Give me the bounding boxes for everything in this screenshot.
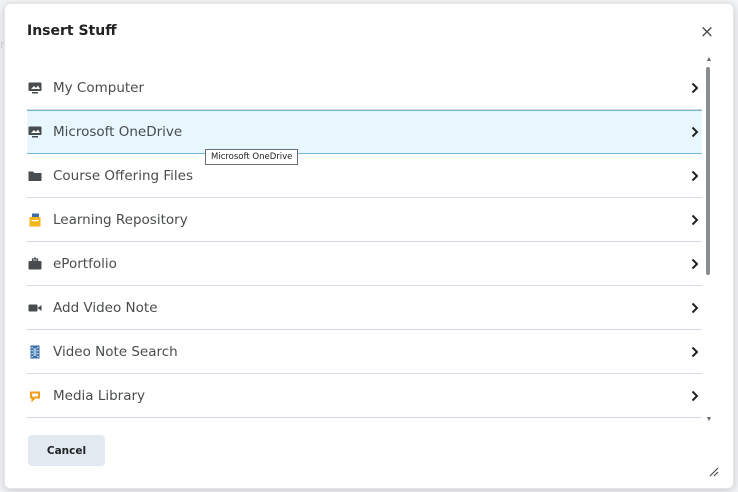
scrollbar-thumb[interactable]	[706, 67, 710, 275]
chevron-right-icon	[690, 213, 700, 227]
list-item-label: Course Offering Files	[53, 167, 193, 184]
media-library-icon	[28, 389, 42, 403]
chevron-right-icon	[690, 389, 700, 403]
scroll-down-arrow-icon[interactable]: ▼	[705, 416, 713, 424]
video-camera-icon	[28, 301, 42, 315]
list-item-add-video-note[interactable]: Add Video Note	[27, 286, 702, 330]
list-item-label: Media Library	[53, 387, 146, 404]
source-list: My Computer Microsoft OneDrive Course Of…	[27, 66, 702, 422]
resize-handle-icon[interactable]	[709, 464, 719, 477]
list-item-media-library[interactable]: Media Library	[27, 374, 702, 418]
list-item-eportfolio[interactable]: ePortfolio	[27, 242, 702, 286]
tooltip: Microsoft OneDrive	[205, 149, 299, 165]
list-item-label: My Computer	[53, 79, 145, 96]
list-item-video-note-search[interactable]: Video Note Search	[27, 330, 702, 374]
list-item-label: Add Video Note	[53, 299, 158, 316]
monitor-icon	[28, 81, 42, 95]
repository-icon	[28, 213, 42, 227]
scrollbar[interactable]: ▲ ▼	[705, 56, 713, 424]
dialog-title: Insert Stuff	[27, 23, 117, 39]
briefcase-icon	[28, 257, 42, 271]
chevron-right-icon	[690, 257, 700, 271]
close-button[interactable]: ×	[697, 22, 717, 42]
folder-icon	[28, 169, 42, 183]
insert-stuff-dialog: Insert Stuff × My Computer Microsoft One…	[4, 3, 734, 489]
chevron-right-icon	[690, 345, 700, 359]
list-item-label: Learning Repository	[53, 211, 188, 228]
chevron-right-icon	[690, 301, 700, 315]
monitor-icon	[28, 125, 42, 139]
scroll-up-arrow-icon[interactable]: ▲	[705, 56, 713, 64]
chevron-right-icon	[690, 81, 700, 95]
list-item-label: Microsoft OneDrive	[53, 124, 183, 140]
list-item-course-offering-files[interactable]: Course Offering Files	[27, 154, 702, 198]
list-item-microsoft-onedrive[interactable]: Microsoft OneDrive	[27, 110, 702, 154]
list-item-label: ePortfolio	[53, 255, 117, 272]
chevron-right-icon	[690, 125, 700, 139]
list-item-learning-repository[interactable]: Learning Repository	[27, 198, 702, 242]
chevron-right-icon	[690, 169, 700, 183]
film-strip-icon	[28, 345, 42, 359]
cancel-button[interactable]: Cancel	[28, 435, 105, 466]
list-item-label: Video Note Search	[53, 343, 178, 360]
list-item-my-computer[interactable]: My Computer	[27, 66, 702, 110]
